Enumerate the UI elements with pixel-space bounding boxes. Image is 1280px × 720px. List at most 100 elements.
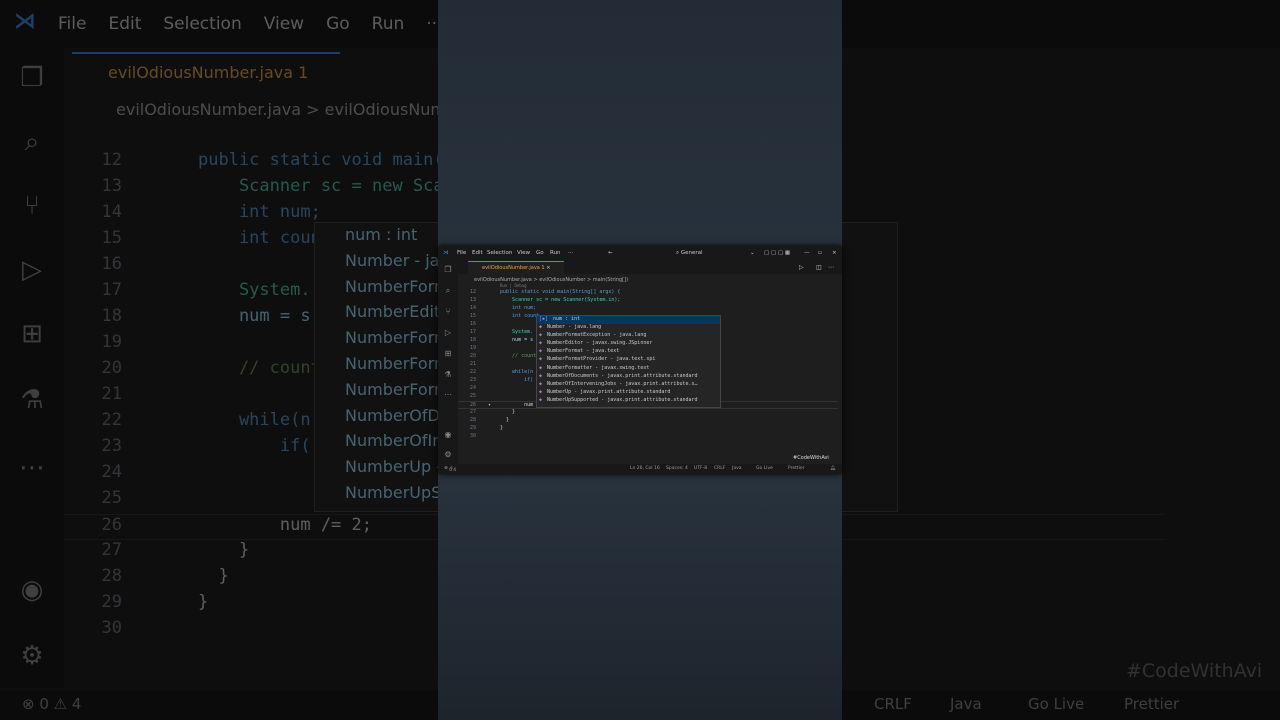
line-number: 17 bbox=[469, 329, 476, 335]
class-icon: ◆ bbox=[539, 348, 543, 355]
bg-code-text: } bbox=[198, 592, 209, 612]
codelens[interactable]: Run | Debug bbox=[500, 283, 527, 288]
layout-icons[interactable]: ▢ ▢ ▢ ▦ bbox=[764, 250, 790, 256]
menu-selection[interactable]: Selection bbox=[487, 250, 512, 256]
menu-more[interactable]: ··· bbox=[568, 250, 573, 256]
lightbulb-icon[interactable]: ✦ bbox=[488, 402, 491, 408]
command-center[interactable]: ⌕ General bbox=[676, 250, 703, 257]
line-number: 15 bbox=[469, 313, 476, 319]
code-text: // count bbox=[500, 353, 537, 359]
bg-status-golive: Go Live bbox=[1028, 695, 1085, 713]
split-editor-icon[interactable]: ◫ bbox=[816, 264, 822, 271]
line-number: 16 bbox=[469, 321, 476, 327]
code-text: } bbox=[500, 417, 510, 423]
suggest-item[interactable]: ◆ NumberFormatException - java.lang bbox=[537, 332, 720, 340]
window-minimize-icon[interactable]: — bbox=[804, 250, 810, 256]
line-number: 21 bbox=[469, 361, 476, 367]
bg-code-text: num /= 2; bbox=[198, 515, 372, 535]
tab-evilOdiousNumber[interactable]: evilOdiousNumber.java 1 × bbox=[468, 261, 564, 274]
line-number: 20 bbox=[469, 353, 476, 359]
window-restore-icon[interactable]: ▫ bbox=[818, 250, 822, 256]
status-eol[interactable]: CRLF bbox=[714, 466, 725, 471]
bg-watermark: #CodeWithAvi bbox=[1126, 660, 1263, 682]
bg-status-problems: ⊗ 0 ⚠ 4 bbox=[22, 695, 82, 713]
bg-line-number: 17 bbox=[101, 280, 122, 300]
source-control-icon[interactable]: ⑂ bbox=[443, 307, 453, 317]
bg-code-text: if( bbox=[198, 436, 311, 456]
bg-line-number: 24 bbox=[101, 462, 122, 482]
status-encoding[interactable]: UTF-8 bbox=[694, 466, 707, 471]
menu-run[interactable]: Run bbox=[550, 250, 561, 256]
editor-more-icon[interactable]: ⋯ bbox=[828, 264, 834, 271]
bg-line-number: 14 bbox=[101, 202, 122, 222]
more-icon[interactable]: ⋯ bbox=[443, 390, 453, 400]
bg-code-text: // count bbox=[198, 358, 321, 378]
testing-icon[interactable]: ⚗ bbox=[443, 370, 453, 380]
class-icon: ◆ bbox=[539, 396, 543, 403]
code-text: int num; bbox=[500, 305, 537, 311]
line-number: 27 bbox=[469, 409, 476, 415]
suggest-item[interactable]: ◆ NumberUp - javax.print.attribute.standa… bbox=[537, 389, 720, 397]
suggest-item[interactable]: [◈] num : int bbox=[537, 316, 720, 325]
extensions-icon[interactable]: ⊞ bbox=[443, 349, 453, 359]
bg-line-number: 30 bbox=[101, 618, 122, 638]
suggest-item[interactable]: ◆ NumberUpSupported - javax.print.attribu… bbox=[537, 397, 720, 405]
suggest-item[interactable]: ◆ NumberFormatProvider - java.text.spi bbox=[537, 356, 720, 364]
search-icon[interactable]: ⌕ bbox=[443, 286, 453, 296]
suggest-item[interactable]: ◆ NumberFormatter - javax.swing.text bbox=[537, 365, 720, 373]
search-dropdown-icon[interactable]: ⌄ bbox=[750, 250, 755, 256]
menu-go[interactable]: Go bbox=[536, 250, 544, 256]
bg-menu-selection: Selection bbox=[163, 14, 242, 34]
bg-code-text: int num; bbox=[198, 202, 321, 222]
menu-file[interactable]: File bbox=[457, 250, 466, 256]
class-icon: ◆ bbox=[539, 324, 543, 331]
window-close-icon[interactable]: × bbox=[832, 250, 837, 256]
bg-line-number: 25 bbox=[101, 488, 122, 508]
bg-code-text: } bbox=[198, 540, 250, 560]
vscode-logo-icon: ⋊ bbox=[14, 9, 36, 34]
menu-edit[interactable]: Edit bbox=[472, 250, 483, 256]
bg-line-number: 19 bbox=[101, 332, 122, 352]
tab-close-icon[interactable]: × bbox=[546, 265, 550, 271]
bg-line-number: 26 bbox=[101, 515, 122, 535]
class-icon: ◆ bbox=[539, 332, 543, 339]
bg-testing-icon: ⚗ bbox=[20, 385, 44, 415]
suggest-widget: [◈] num : int ◆ Number - java.lang ◆ Number… bbox=[536, 315, 721, 408]
bg-line-number: 21 bbox=[101, 384, 122, 404]
run-debug-icon[interactable]: ▷ bbox=[443, 328, 453, 338]
bg-line-number: 28 bbox=[101, 566, 122, 586]
video-frame: ⋊ File Edit Selection View Go Run ··· ❐ … bbox=[0, 0, 1280, 720]
run-file-icon[interactable]: ▷ bbox=[799, 264, 804, 271]
settings-icon[interactable]: ⚙ bbox=[443, 450, 453, 460]
code-text: if( bbox=[500, 377, 534, 383]
status-language[interactable]: Java bbox=[732, 466, 742, 471]
suggest-item[interactable]: ◆ NumberFormat - java.text bbox=[537, 348, 720, 356]
status-position[interactable]: Ln 26, Col 16 bbox=[630, 466, 660, 471]
code-text: int count bbox=[500, 313, 540, 319]
suggest-item[interactable]: ◆ Number - java.lang bbox=[537, 324, 720, 332]
menu-view[interactable]: View bbox=[517, 250, 530, 256]
line-number: 18 bbox=[469, 337, 476, 343]
account-icon[interactable]: ◉ bbox=[443, 430, 453, 440]
explorer-icon[interactable]: ❐ bbox=[443, 265, 453, 275]
bg-activity-bar: ❐ ⌕ ⑂ ▷ ⊞ ⚗ ⋯ ◉ ⚙ bbox=[0, 48, 64, 688]
suggest-item[interactable]: ◆ NumberOfInterveningJobs - javax.print.a… bbox=[537, 381, 720, 389]
status-golive[interactable]: Go Live bbox=[756, 466, 773, 471]
suggest-item[interactable]: ◆ NumberEditor - javax.swing.JSpinner bbox=[537, 340, 720, 348]
bg-run-debug-icon: ▷ bbox=[22, 255, 42, 285]
status-prettier[interactable]: Prettier bbox=[788, 466, 805, 471]
bg-menu-run: Run bbox=[371, 14, 405, 34]
suggest-item[interactable]: ◆ NumberOfDocuments - javax.print.attribu… bbox=[537, 373, 720, 381]
bg-line-number: 12 bbox=[101, 150, 122, 170]
nav-back-icon[interactable]: ← bbox=[608, 250, 613, 256]
status-problems[interactable]: ⊗ 0 ⚠ 4 bbox=[444, 466, 456, 473]
code-text: public static void main(String[] args) { bbox=[500, 289, 621, 295]
bg-status-language: Java bbox=[950, 695, 982, 713]
class-icon: ◆ bbox=[539, 380, 543, 387]
bg-status-eol: CRLF bbox=[874, 695, 912, 713]
notifications-icon[interactable]: 🔔︎ bbox=[830, 466, 836, 471]
bg-editor-tab: evilOdiousNumber.java 1 bbox=[72, 52, 340, 90]
line-number: 29 bbox=[469, 425, 476, 431]
status-bar: ⊗ 0 ⚠ 4 Ln 26, Col 16 Spaces: 4 UTF-8 CR… bbox=[438, 464, 842, 474]
status-spaces[interactable]: Spaces: 4 bbox=[666, 466, 688, 471]
